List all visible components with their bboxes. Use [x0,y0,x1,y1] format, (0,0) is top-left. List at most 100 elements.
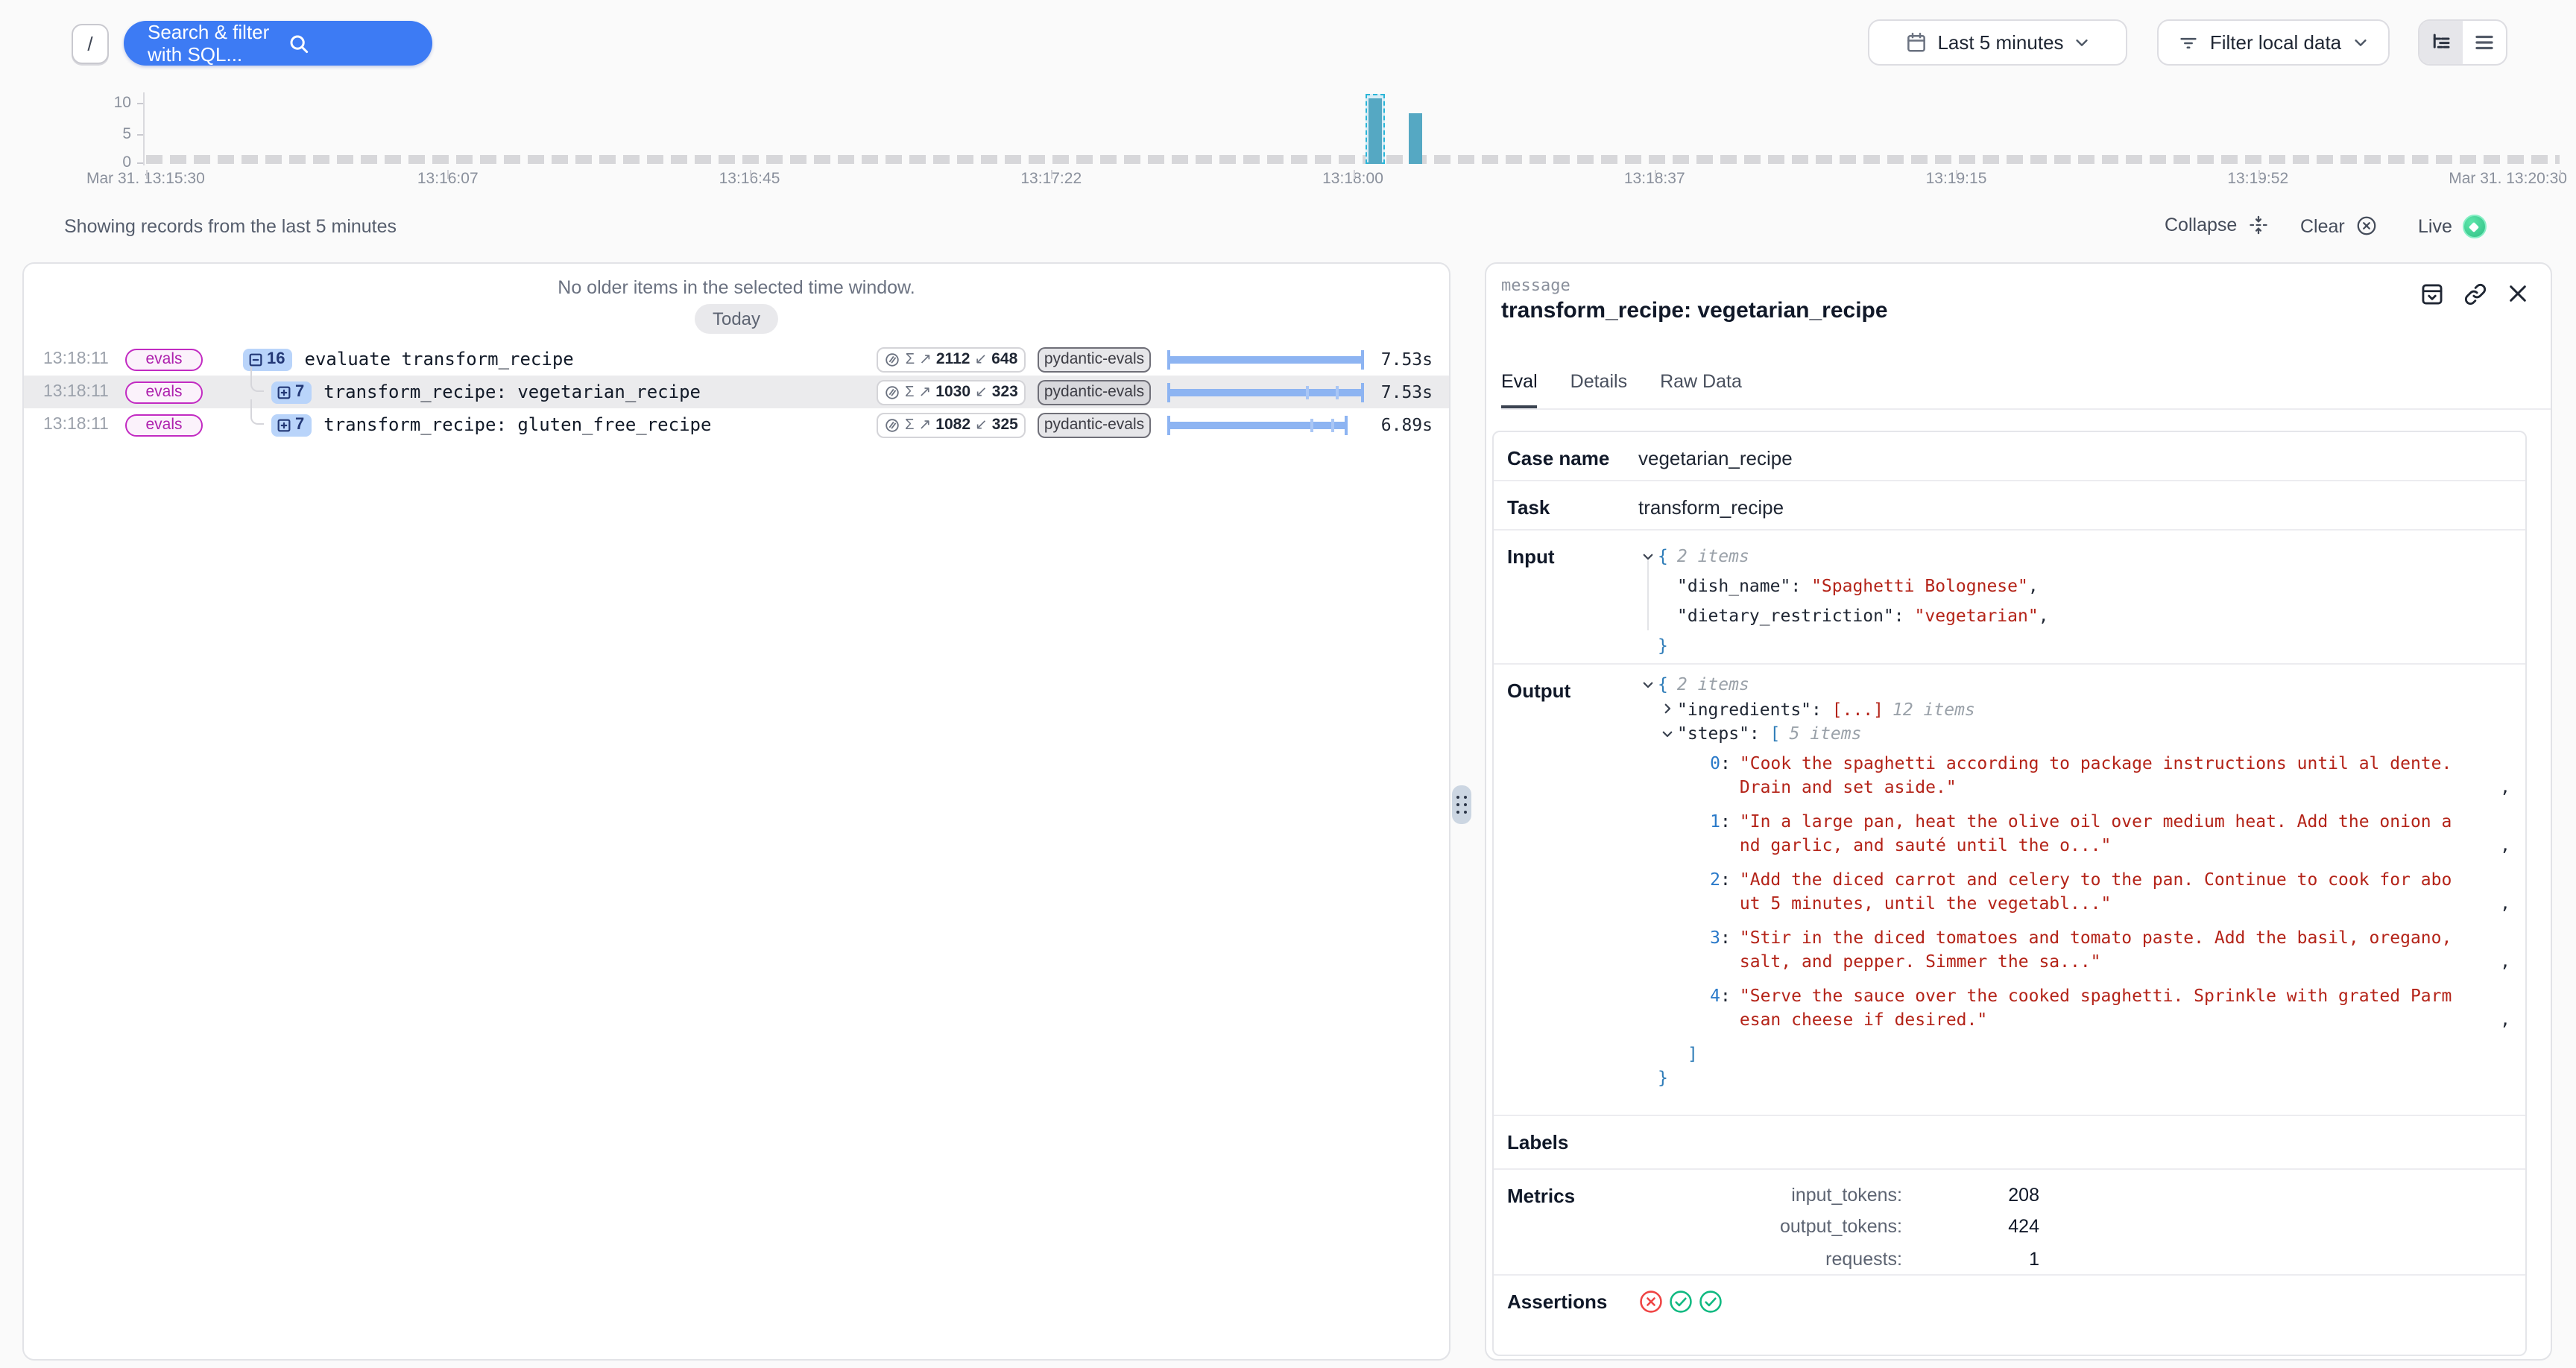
input-json: { 2 items "dish_name": "Spaghetti Bologn… [1628,531,2525,663]
clear-label: Clear [2300,215,2345,236]
scope-badge[interactable]: evals [125,348,203,370]
search-icon [287,32,414,54]
step-item: 1: "In a large pan, heat the olive oil o… [1699,808,2525,858]
output-tokens-arrow: ↙ [975,417,988,433]
steps-list: 0: "Cook the spaghetti according to pack… [1658,750,2525,1032]
coin-icon [884,384,900,400]
sigma-icon: Σ [905,417,914,433]
collapse-button[interactable]: Collapse [2165,215,2268,235]
open-brace: { [1658,672,1668,697]
tree-view-button[interactable] [2419,21,2463,64]
span-name: transform_recipe: gluten_free_recipe [323,414,711,435]
span-name: evaluate transform_recipe [305,349,574,370]
histogram-bars[interactable] [0,86,2576,164]
service-tag[interactable]: pydantic-evals [1038,346,1151,372]
trace-row-evaluate-transform-recipe[interactable]: 13:18:11 evals 16 evaluate transform_rec… [24,343,1449,376]
plus-square-icon [276,384,292,400]
step-index: 4 [1699,983,1720,1032]
close-brace: } [1658,1065,1668,1090]
top-bar: / Search & filter with SQL... Last 5 min… [0,0,2576,83]
close-icon[interactable] [2506,282,2530,307]
step-index: 0 [1699,750,1720,799]
app-window: / Search & filter with SQL... Last 5 min… [0,0,2576,1368]
chevron-right-icon[interactable] [1658,703,1677,716]
token-usage-chip[interactable]: Σ ↗2112 ↙648 [877,346,1026,372]
detail-tabs: Eval Details Raw Data [1501,371,2551,410]
input-tokens-arrow: ↗ [919,351,932,367]
time-range-dropdown[interactable]: Last 5 minutes [1868,19,2127,66]
items-note: 5 items [1790,721,1862,746]
input-tokens-count: 1030 [935,383,970,401]
json-value: "Spaghetti Bolognese" [1811,571,2028,601]
token-usage-chip[interactable]: Σ ↗1082 ↙325 [877,412,1026,437]
colon: : [1720,983,1731,1032]
expand-children-badge[interactable]: 7 [271,414,312,436]
scope-badge[interactable]: evals [125,414,203,436]
comma: , [2500,891,2510,916]
dock-panel-icon[interactable] [2419,282,2445,307]
scope-badge[interactable]: evals [125,381,203,403]
open-brace: { [1658,541,1668,571]
chevron-down-icon[interactable] [1638,678,1658,691]
tab-eval[interactable]: Eval [1501,371,1538,408]
coin-icon [885,351,901,367]
colon: : [1720,925,1731,974]
date-pill: Today [695,304,778,334]
showing-records-text: Showing records from the last 5 minutes [64,216,397,237]
list-view-button[interactable] [2463,21,2506,64]
assertion-pass-icon[interactable] [1668,1289,1693,1343]
step-item: 4: "Serve the sauce over the cooked spag… [1699,983,2525,1032]
assertions-icons [1638,1289,1723,1343]
panel-resize-handle[interactable] [1452,785,1471,824]
output-label: Output [1494,665,1628,1115]
clear-icon [2355,215,2378,237]
collapsed-array[interactable]: [...] [1832,697,1884,721]
tab-details[interactable]: Details [1570,371,1627,408]
items-note: 2 items [1677,672,1749,697]
service-tag[interactable]: pydantic-evals [1038,412,1151,437]
records-histogram[interactable]: 1050 Mar 31. 13:15:3013:16:0713:16:4513:… [0,86,2576,206]
assertion-pass-icon[interactable] [1698,1289,1723,1343]
histogram-bar[interactable] [1409,113,1423,164]
span-kind-label: message [1501,276,1570,295]
input-tokens-arrow: ↗ [919,384,932,400]
plus-square-icon [276,417,292,433]
case-name-value: vegetarian_recipe [1628,432,1793,480]
close-brace: } [1658,630,1668,660]
span-name: transform_recipe: vegetarian_recipe [323,381,701,402]
clear-button[interactable]: Clear [2300,215,2378,237]
tab-raw-data[interactable]: Raw Data [1660,371,1742,408]
trace-row-gluten-free-recipe[interactable]: 13:18:11 evals 7 transform_recipe: glute… [24,408,1449,441]
expand-children-badge[interactable]: 7 [271,381,312,403]
histogram-bar[interactable] [1369,98,1383,164]
tree-connector [250,367,264,392]
sigma-icon: Σ [906,351,915,367]
service-tag[interactable]: pydantic-evals [1038,379,1151,405]
child-count: 16 [267,350,285,368]
duration-bar [1167,382,1364,402]
trace-row-vegetarian-recipe[interactable]: 13:18:11 evals 7 transform_recipe: veget… [24,376,1449,408]
duration-text: 7.53s [1364,349,1433,370]
slash-shortcut-label: / [87,33,92,55]
filter-label: Filter local data [2210,31,2341,54]
search-input[interactable]: Search & filter with SQL... [124,21,432,66]
comma: , [2500,1007,2510,1032]
calendar-icon [1904,31,1927,54]
comma: , [2500,833,2510,858]
live-indicator-icon [2463,215,2487,238]
case-name-label: Case name [1494,432,1628,480]
token-usage-chip[interactable]: Σ ↗1030 ↙323 [877,379,1026,405]
open-bracket: [ [1770,721,1781,746]
labels-label: Labels [1494,1116,1628,1168]
assertion-fail-icon[interactable] [1638,1289,1664,1343]
slash-shortcut-key[interactable]: / [72,24,109,64]
live-toggle[interactable]: Live [2418,215,2487,238]
chevron-down-icon[interactable] [1658,727,1677,741]
filter-local-data-dropdown[interactable]: Filter local data [2157,19,2390,66]
step-text: "Stir in the diced tomatoes and tomato p… [1740,925,2452,974]
copy-link-icon[interactable] [2463,282,2488,307]
colon: : [1720,750,1731,799]
metric-value: 424 [1902,1217,2039,1243]
chevron-down-icon[interactable] [1638,549,1658,563]
tree-view-icon [2430,31,2452,54]
